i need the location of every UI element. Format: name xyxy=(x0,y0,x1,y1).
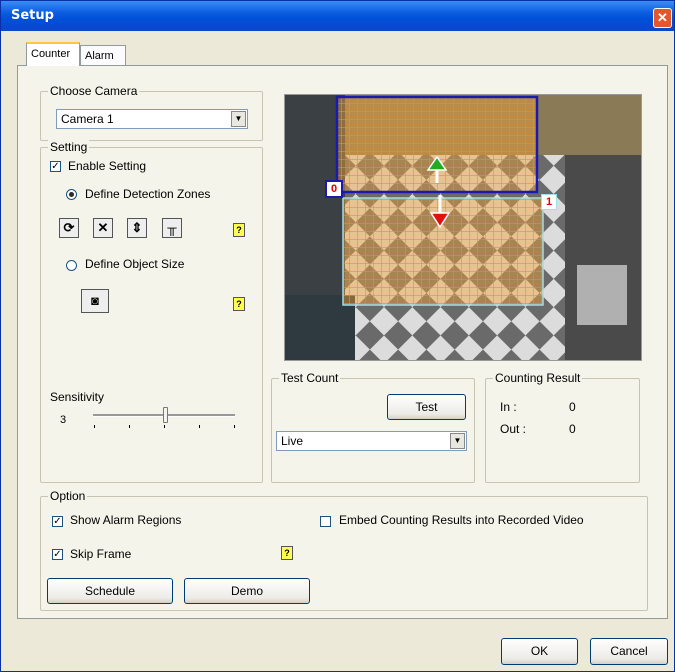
embed-results-checkbox[interactable] xyxy=(320,516,331,527)
define-zones-label: Define Detection Zones xyxy=(85,187,211,201)
out-value: 0 xyxy=(569,422,576,436)
ok-button[interactable]: OK xyxy=(501,638,578,665)
refresh-icon[interactable]: ⟳ xyxy=(59,218,79,238)
tab-counter[interactable]: Counter xyxy=(26,42,80,66)
dropdown-arrow-icon[interactable]: ▼ xyxy=(231,111,246,127)
window-title: Setup xyxy=(11,8,54,23)
help-icon[interactable]: ? xyxy=(281,546,293,560)
skip-frame-label: Skip Frame xyxy=(70,547,132,561)
demo-button[interactable]: Demo xyxy=(184,578,310,604)
skip-frame-checkbox[interactable]: ✓ xyxy=(52,549,63,560)
camera-select-value: Camera 1 xyxy=(61,112,114,126)
sensitivity-label: Sensitivity xyxy=(50,390,105,404)
title-bar[interactable]: Setup ✕ xyxy=(1,1,674,31)
slider-tick xyxy=(199,425,200,428)
mode-select-value: Live xyxy=(281,434,304,448)
help-icon[interactable]: ? xyxy=(233,297,245,311)
mode-select[interactable]: Live ▼ xyxy=(276,431,467,451)
define-size-label: Define Object Size xyxy=(85,257,185,271)
choose-camera-legend: Choose Camera xyxy=(48,84,140,98)
cancel-button[interactable]: Cancel xyxy=(590,638,668,665)
option-legend: Option xyxy=(48,489,88,503)
zone-0-label: 0 xyxy=(325,180,343,198)
tools-icon[interactable]: ╥ xyxy=(162,218,182,238)
close-icon[interactable]: ✕ xyxy=(653,8,672,28)
test-button[interactable]: Test xyxy=(387,394,466,420)
tab-alarm[interactable]: Alarm xyxy=(80,45,126,65)
dropdown-arrow-icon[interactable]: ▼ xyxy=(450,433,465,449)
enable-setting-label: Enable Setting xyxy=(68,159,147,173)
enable-setting-checkbox[interactable]: ✓ xyxy=(50,161,61,172)
slider-tick xyxy=(94,425,95,428)
sensitivity-value: 3 xyxy=(60,414,67,426)
show-alarm-label: Show Alarm Regions xyxy=(70,513,182,527)
in-label: In : xyxy=(500,400,517,414)
schedule-button[interactable]: Schedule xyxy=(47,578,173,604)
embed-results-label: Embed Counting Results into Recorded Vid… xyxy=(339,513,584,527)
camera-icon[interactable]: ◙ xyxy=(81,289,109,313)
define-zones-radio[interactable] xyxy=(66,189,77,200)
slider-tick xyxy=(164,425,165,428)
counting-result-legend: Counting Result xyxy=(493,371,583,385)
setup-window: Setup ✕ Counter Alarm Choose Camera Came… xyxy=(0,0,675,672)
setting-legend: Setting xyxy=(48,140,90,154)
slider-tick xyxy=(129,425,130,428)
define-size-radio[interactable] xyxy=(66,260,77,271)
show-alarm-checkbox[interactable]: ✓ xyxy=(52,516,63,527)
resize-icon[interactable]: ⇕ xyxy=(127,218,147,238)
test-count-legend: Test Count xyxy=(279,371,341,385)
delete-icon[interactable]: ✕ xyxy=(93,218,113,238)
slider-tick xyxy=(234,425,235,428)
sensitivity-slider-thumb[interactable] xyxy=(163,407,168,423)
out-label: Out : xyxy=(500,422,527,436)
camera-preview[interactable]: 0 1 xyxy=(284,94,642,361)
camera-select[interactable]: Camera 1 ▼ xyxy=(56,109,248,129)
help-icon[interactable]: ? xyxy=(233,223,245,237)
zone-1-label: 1 xyxy=(541,194,557,210)
in-value: 0 xyxy=(569,400,576,414)
